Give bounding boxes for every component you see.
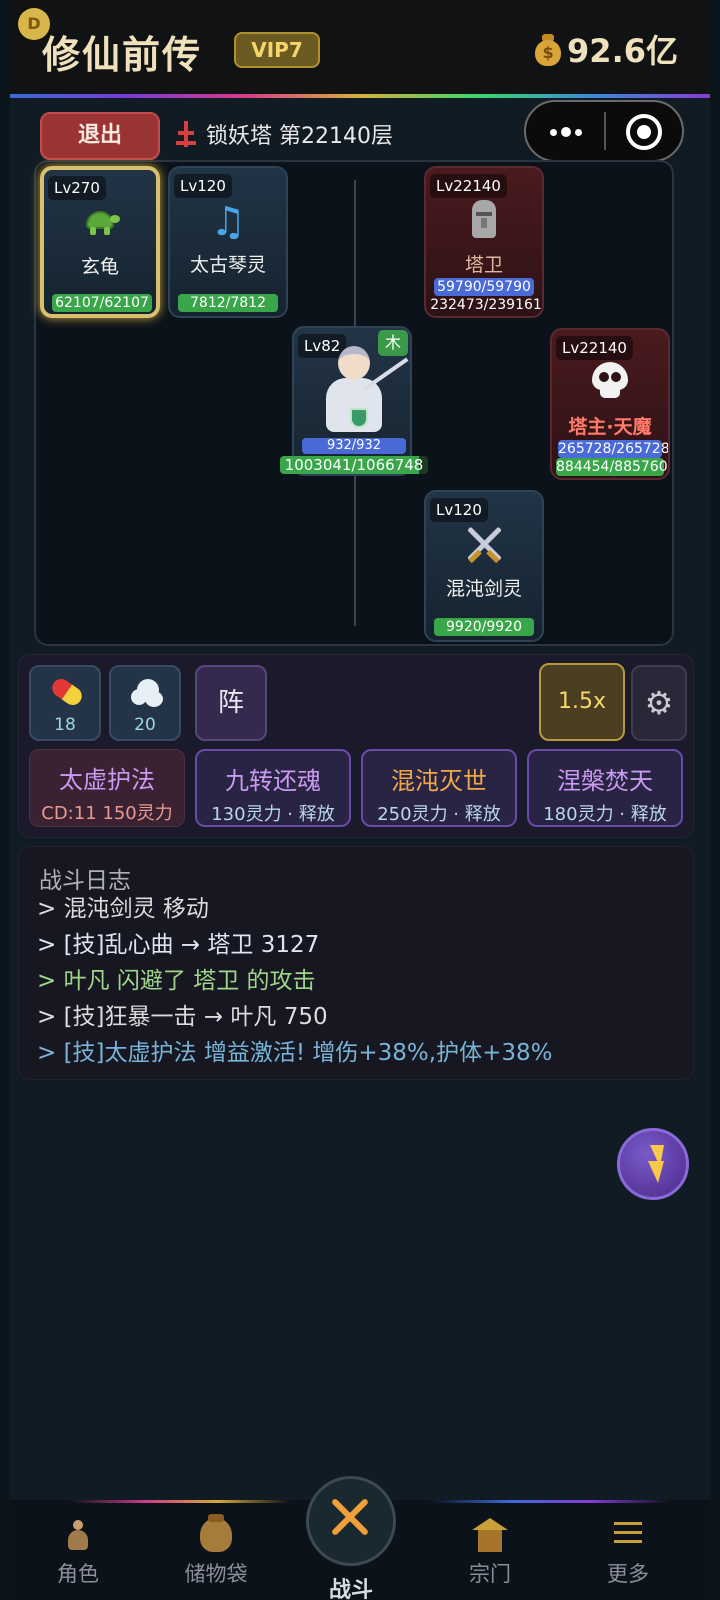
nav-tab-sect[interactable]: 宗门 [430, 1514, 550, 1600]
nav-decor-line [70, 1500, 290, 1503]
speed-button[interactable]: 1.5x [539, 663, 625, 741]
skill-cost: 130灵力 · 释放 [211, 804, 335, 825]
nav-label: 储物袋 [184, 1562, 248, 1586]
unit-hp-bar: 62107/62107 [52, 294, 152, 312]
unit-level: Lv22140 [430, 174, 507, 198]
skill-cost: 250灵力 · 释放 [377, 804, 501, 825]
capsule-divider [604, 112, 606, 150]
pill-item-button[interactable]: 18 [29, 665, 101, 741]
nav-tab-storage[interactable]: 储物袋 [156, 1514, 276, 1600]
app-screen: D 修仙前传 VIP7 $ 92.6亿 退出 锁妖塔 第22140层 Lv270… [10, 0, 710, 1600]
auto-battle-button[interactable] [617, 1128, 689, 1200]
more-options-icon[interactable] [546, 120, 586, 144]
skill-name: 太虚护法 [59, 766, 155, 794]
hero-portrait [314, 332, 409, 432]
item-count: 18 [54, 715, 76, 735]
battle-log[interactable]: 战斗日志 > 混沌剑灵 移动 > [技]乱心曲 → 塔卫 3127 > 叶凡 闪… [18, 846, 694, 1080]
bottom-nav: 角色 储物袋 战斗 宗门 更多 [10, 1476, 710, 1600]
ally-unit-turtle[interactable]: Lv270 玄龟 62107/62107 [40, 166, 160, 318]
log-line: > [技]太虚护法 增益激活! 增伤+38%,护体+38% [37, 1040, 553, 1066]
skill-name: 九转还魂 [225, 767, 321, 795]
page-title: 修仙前传 [42, 32, 203, 77]
wind-item-button[interactable]: 20 [109, 665, 181, 741]
mini-program-capsule [524, 100, 684, 162]
unit-mp-bar: 265728/265728 [558, 440, 670, 458]
menu-icon [608, 1514, 648, 1554]
moai-icon [426, 200, 542, 249]
skill-button-taixu[interactable]: 太虚护法 CD:11 150灵力 [29, 749, 185, 827]
hero-unit[interactable]: Lv82 木 932/932 1003041/1066748 [280, 326, 428, 476]
hero-mp-bar: 932/932 [302, 438, 406, 454]
currency-display: $ 92.6亿 [533, 26, 678, 72]
currency-value: 92.6亿 [567, 32, 678, 70]
control-panel: 18 20 阵 1.5x ⚙ 太虚护法 CD:11 150灵力 九转还魂 130… [18, 654, 694, 838]
skill-button-hundun[interactable]: 混沌灭世 250灵力 · 释放 [361, 749, 517, 827]
crossed-swords-icon [426, 524, 542, 575]
skill-button-jiuzhuan[interactable]: 九转还魂 130灵力 · 释放 [195, 749, 351, 827]
sack-icon [196, 1514, 236, 1554]
location-label: 锁妖塔 第22140层 [176, 118, 393, 150]
skill-button-niepan[interactable]: 涅槃焚天 180灵力 · 释放 [527, 749, 683, 827]
pill-icon [48, 675, 86, 709]
nav-tab-battle[interactable] [306, 1476, 396, 1566]
skill-cost: 180灵力 · 释放 [543, 804, 667, 825]
header: D 修仙前传 VIP7 $ 92.6亿 [10, 0, 710, 98]
location-text: 锁妖塔 第22140层 [206, 124, 393, 149]
skill-cost: CD:11 150灵力 [41, 803, 173, 824]
crossed-swords-icon [329, 1497, 370, 1537]
temple-icon [470, 1514, 510, 1554]
vip-badge[interactable]: VIP7 [234, 32, 320, 68]
unit-name: 太古琴灵 [189, 254, 266, 276]
unit-hp-bar: 7812/7812 [178, 294, 278, 312]
unit-mp-bar: 59790/59790 [434, 278, 534, 296]
nav-label: 更多 [607, 1562, 649, 1586]
tower-icon [176, 121, 196, 147]
log-line: > 混沌剑灵 移动 [37, 896, 209, 922]
skull-icon [552, 362, 668, 411]
log-line: > [技]狂暴一击 → 叶凡 750 [37, 1004, 328, 1030]
unit-hp-bar: 232473/239161 [430, 297, 542, 313]
log-line: > 叶凡 闪避了 塔卫 的攻击 [37, 968, 316, 994]
turtle-icon [44, 202, 156, 246]
nav-label-active: 战斗 [328, 1578, 373, 1600]
nav-decor-line [430, 1500, 670, 1503]
hero-hp-bar: 1003041/1066748 [280, 456, 428, 474]
unit-name: 玄龟 [80, 256, 119, 278]
ally-unit-sword[interactable]: Lv120 混沌剑灵 9920/9920 [424, 490, 544, 642]
money-bag-icon: $ [533, 32, 563, 66]
nav-tab-character[interactable]: 角色 [18, 1514, 138, 1600]
nav-label: 角色 [57, 1562, 99, 1586]
skill-name: 混沌灭世 [391, 767, 487, 795]
meditate-icon [58, 1514, 98, 1554]
shield-icon [350, 408, 368, 428]
unit-level: Lv120 [174, 174, 232, 198]
unit-level: Lv120 [430, 498, 488, 522]
nav-tab-more[interactable]: 更多 [568, 1514, 688, 1600]
skill-name: 涅槃焚天 [557, 767, 653, 795]
settings-gear-icon[interactable]: ⚙ [631, 665, 687, 741]
unit-name: 塔主·天魔 [568, 416, 652, 438]
unit-level: Lv22140 [556, 336, 633, 360]
exit-button[interactable]: 退出 [40, 112, 160, 160]
lightning-icon [646, 1145, 666, 1185]
ally-unit-qin[interactable]: Lv120 ♫ 太古琴灵 7812/7812 [168, 166, 288, 318]
item-count: 20 [134, 715, 156, 735]
wind-icon [131, 677, 163, 709]
unit-hp-bar: 9920/9920 [434, 618, 534, 636]
unit-name: 混沌剑灵 [445, 578, 522, 600]
header-divider [10, 94, 710, 98]
unit-name: 塔卫 [464, 254, 503, 276]
enemy-unit-guard[interactable]: Lv22140 塔卫 59790/59790 232473/239161 [424, 166, 544, 318]
log-line: > [技]乱心曲 → 塔卫 3127 [37, 932, 320, 958]
enemy-unit-boss[interactable]: Lv22140 塔主·天魔 265728/265728 884454/88576… [550, 328, 670, 480]
formation-button[interactable]: 阵 [195, 665, 267, 741]
close-target-icon[interactable] [626, 114, 662, 150]
music-note-icon: ♫ [210, 199, 246, 245]
nav-label: 宗门 [469, 1562, 511, 1586]
unit-level: Lv270 [48, 176, 106, 200]
unit-hp-bar: 884454/885760 [556, 458, 668, 476]
